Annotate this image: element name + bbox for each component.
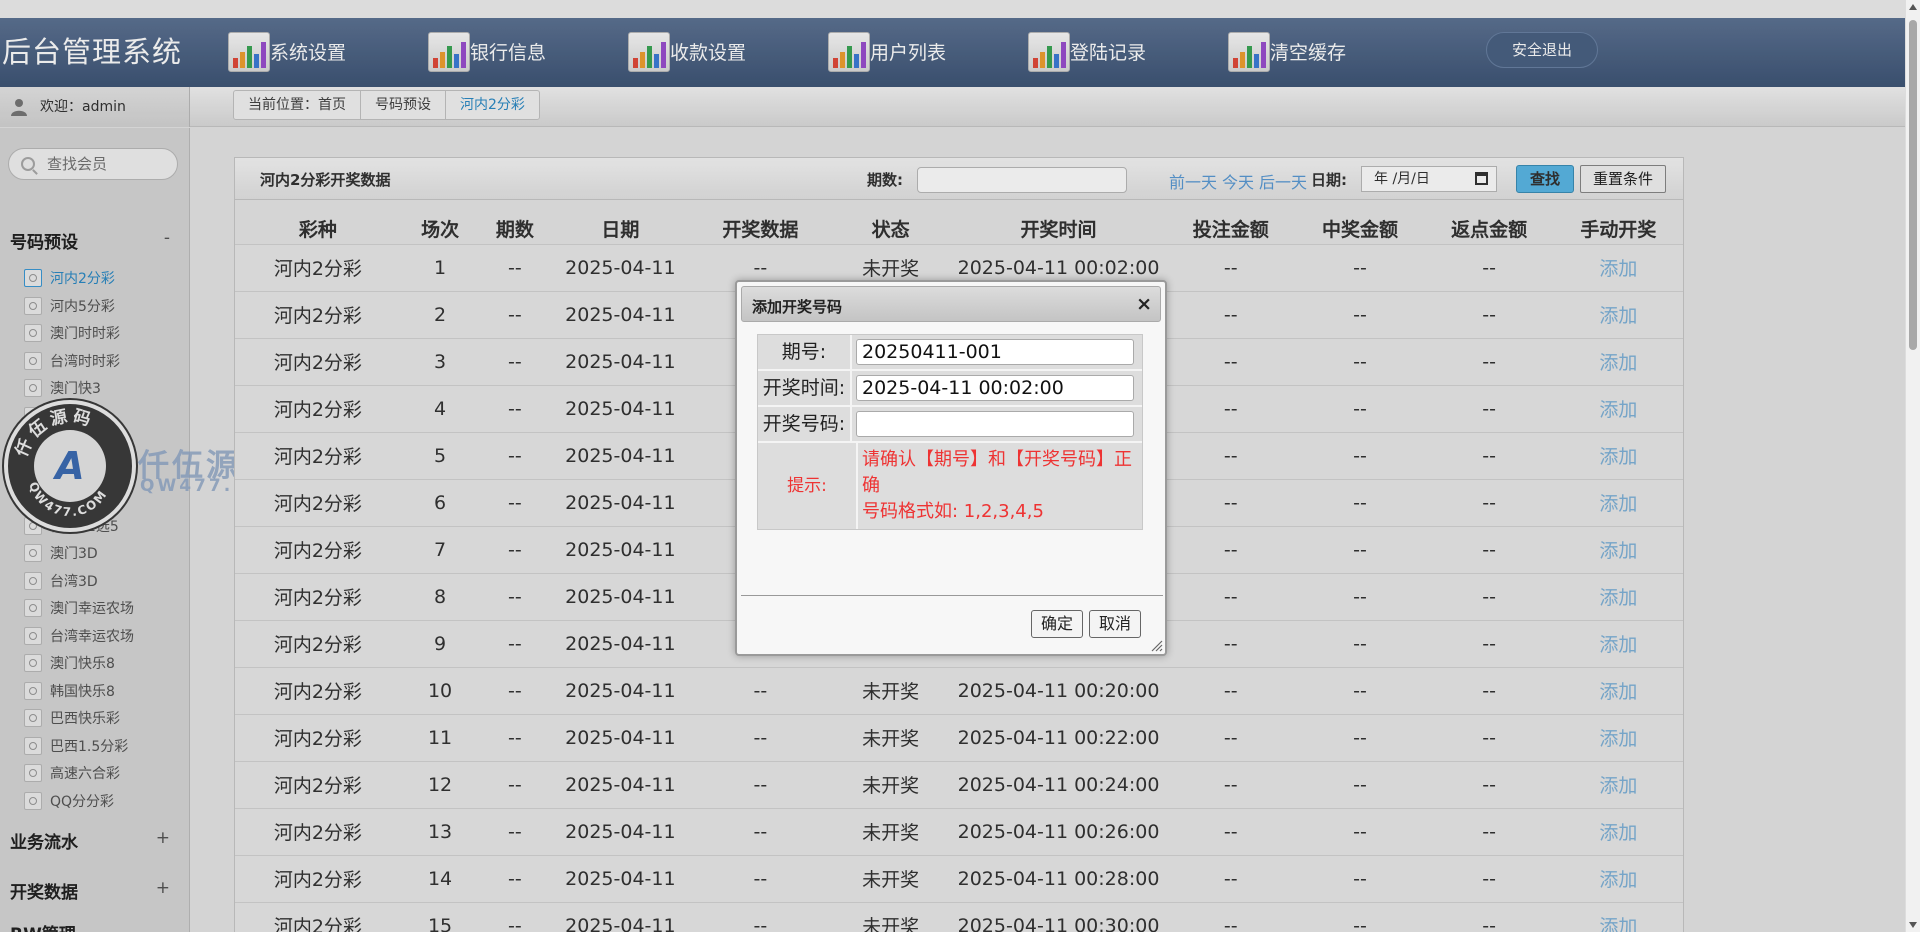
- hint-line-1: 请确认【期号】和【开奖号码】正确: [862, 449, 1132, 496]
- time-field[interactable]: [856, 375, 1134, 401]
- dialog-header: 添加开奖号码 ×: [741, 286, 1161, 322]
- confirm-button[interactable]: 确定: [1031, 610, 1083, 638]
- hint-label: 提示:: [787, 476, 827, 496]
- close-icon[interactable]: ×: [1136, 293, 1152, 315]
- dialog-title: 添加开奖号码: [752, 298, 843, 316]
- time-field-label: 开奖时间:: [762, 377, 846, 399]
- form-row-issue: 期号:: [758, 335, 1142, 371]
- scroll-thumb[interactable]: [1909, 20, 1917, 350]
- dialog-form: 期号: 开奖时间: 开奖号码: 提示: 请确认【期号】和【开奖号码】正确 号码格…: [757, 334, 1143, 530]
- hint-line-2: 号码格式如: 1,2,3,4,5: [862, 501, 1044, 522]
- issue-field[interactable]: [856, 339, 1134, 365]
- dialog-separator: [741, 595, 1163, 596]
- cancel-button[interactable]: 取消: [1089, 610, 1141, 638]
- issue-field-label: 期号:: [781, 341, 827, 363]
- add-number-dialog: 添加开奖号码 × 期号: 开奖时间: 开奖号码: 提示: 请确认【期号】和【开奖…: [735, 280, 1167, 656]
- form-row-number: 开奖号码:: [758, 407, 1142, 443]
- number-field[interactable]: [856, 411, 1134, 437]
- scroll-down-icon[interactable]: [1909, 922, 1917, 928]
- form-row-time: 开奖时间:: [758, 371, 1142, 407]
- scroll-up-icon[interactable]: [1909, 4, 1917, 10]
- form-row-hint: 提示: 请确认【期号】和【开奖号码】正确 号码格式如: 1,2,3,4,5: [758, 443, 1142, 529]
- page-scrollbar[interactable]: [1905, 0, 1920, 932]
- number-field-label: 开奖号码:: [762, 413, 846, 435]
- resize-handle-icon[interactable]: [1151, 640, 1163, 652]
